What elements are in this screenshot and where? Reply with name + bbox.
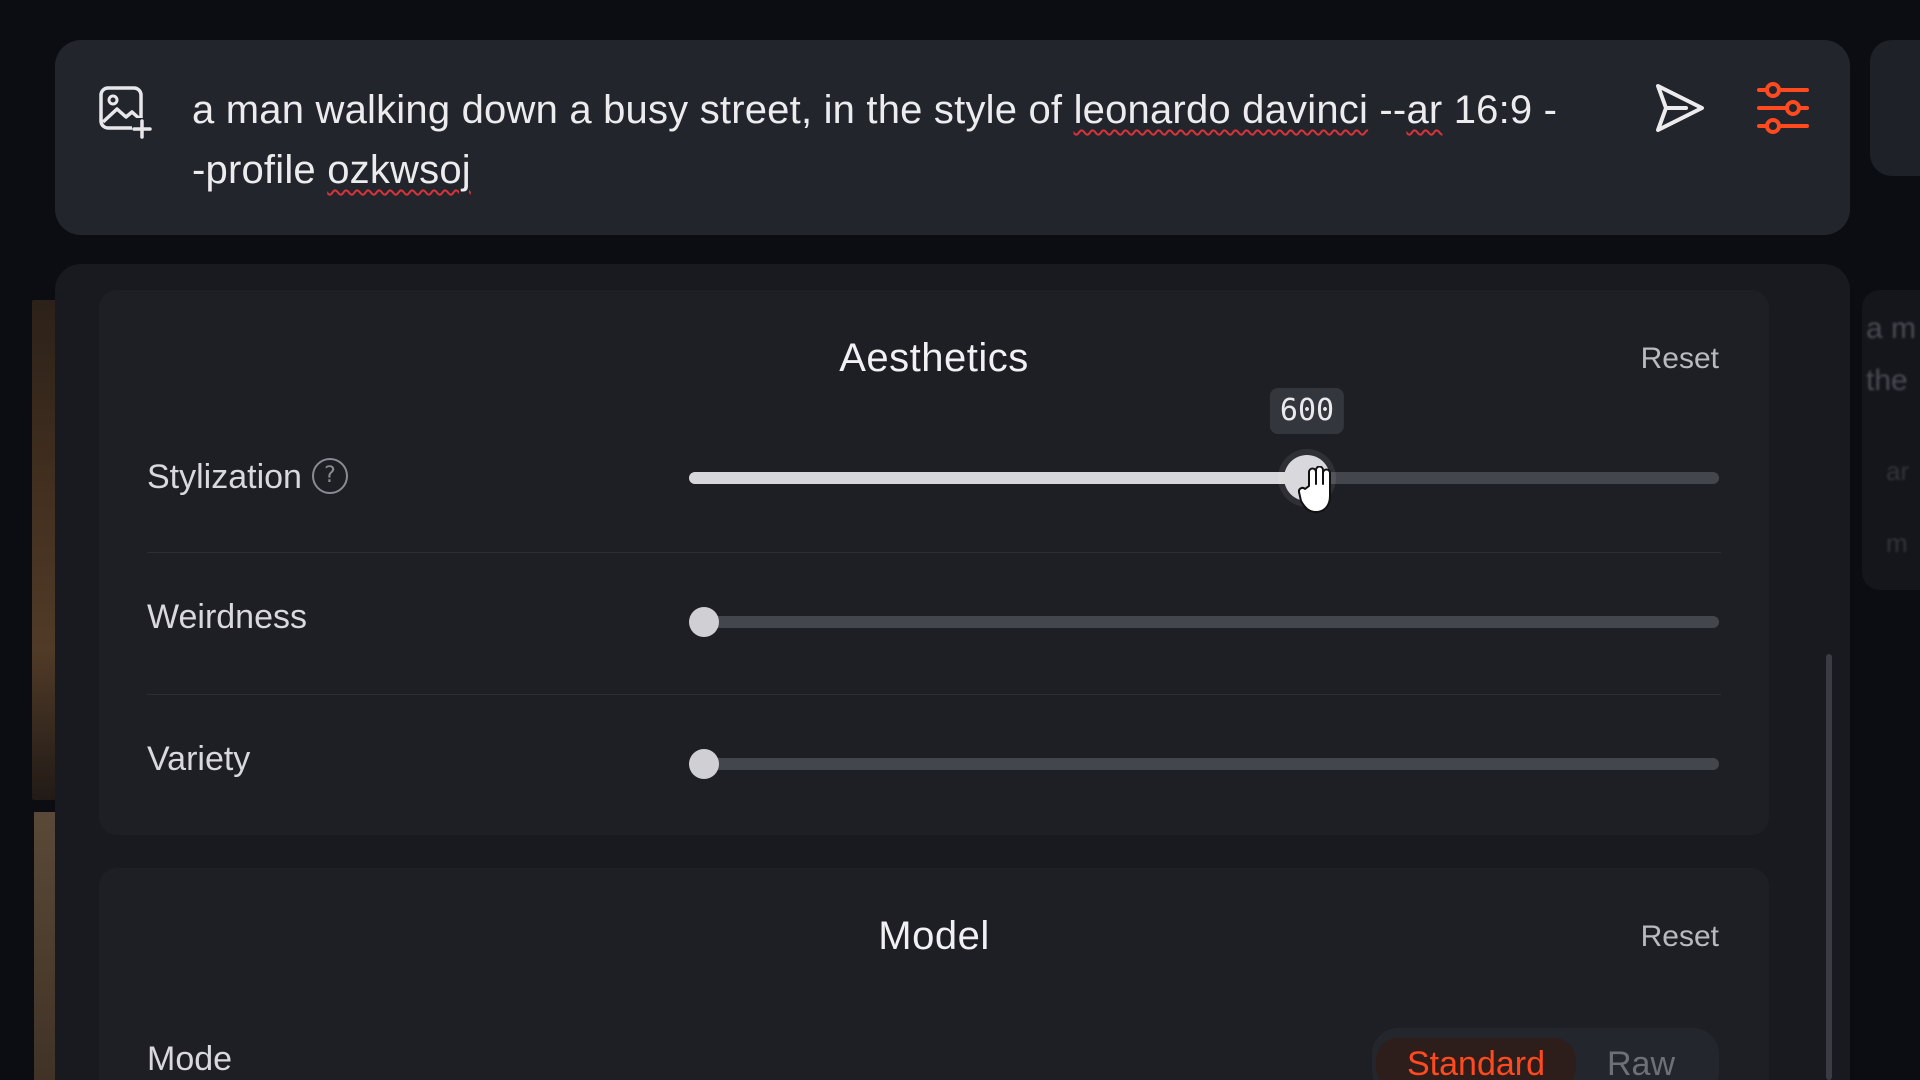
sliders-icon xyxy=(1757,82,1809,134)
slider-value-tooltip: 600 xyxy=(1269,388,1345,434)
app-stage: a m the ar m a man walking down a busy s… xyxy=(0,0,1920,1080)
settings-toggle-button[interactable] xyxy=(1755,80,1811,136)
send-button[interactable] xyxy=(1652,80,1708,136)
ghost-text: a m xyxy=(1866,312,1917,345)
slider-thumb[interactable] xyxy=(689,607,719,637)
prompt-text-segment: 16:9 - xyxy=(1442,88,1558,132)
help-icon[interactable]: ? xyxy=(311,458,348,495)
misspelled-word: leonardo davinci xyxy=(1073,88,1369,132)
prompt-text-segment: -profile xyxy=(192,148,328,192)
background-image-strip xyxy=(32,300,56,800)
stylization-slider[interactable]: 600 xyxy=(689,388,1719,513)
model-reset-button[interactable]: Reset xyxy=(1641,920,1719,954)
divider xyxy=(147,694,1721,695)
send-icon xyxy=(1656,84,1704,132)
image-add-icon[interactable] xyxy=(98,84,154,140)
section-title: Model xyxy=(878,914,990,958)
prompt-input[interactable]: a man walking down a busy street, in the… xyxy=(192,80,1622,200)
misspelled-word: ar xyxy=(1406,88,1443,132)
background-image-strip-lower xyxy=(34,812,56,1080)
adjacent-card xyxy=(1870,40,1920,176)
weirdness-slider[interactable] xyxy=(689,607,1719,637)
variety-label: Variety xyxy=(147,740,251,778)
mode-option-standard[interactable]: Standard xyxy=(1376,1038,1576,1080)
weirdness-label: Weirdness xyxy=(147,598,307,636)
aesthetics-reset-button[interactable]: Reset xyxy=(1641,342,1719,376)
prompt-text-segment: -- xyxy=(1368,88,1407,132)
mode-label: Mode xyxy=(147,1040,233,1078)
ghost-text: m xyxy=(1886,528,1908,558)
stylization-label: Stylization? xyxy=(147,458,348,497)
mode-toggle: Standard Raw xyxy=(1372,1028,1719,1080)
stylization-label-text: Stylization xyxy=(147,458,302,496)
divider xyxy=(147,552,1721,553)
prompt-text-segment: a man walking down a busy street, in the… xyxy=(192,88,1074,132)
panel-scrollbar[interactable] xyxy=(1826,654,1832,1080)
slider-fill xyxy=(689,472,1307,484)
variety-slider[interactable] xyxy=(689,749,1719,779)
hand-cursor-icon xyxy=(1297,466,1331,513)
aesthetics-card: Aesthetics Reset Stylization? 600 Weirdn… xyxy=(99,290,1769,835)
mode-option-raw[interactable]: Raw xyxy=(1607,1038,1675,1080)
ghost-text: ar xyxy=(1886,456,1910,486)
misspelled-word: ozkwsoj xyxy=(327,148,471,192)
ghost-text: the xyxy=(1866,364,1908,397)
section-title: Aesthetics xyxy=(839,336,1029,380)
slider-thumb[interactable] xyxy=(689,749,719,779)
